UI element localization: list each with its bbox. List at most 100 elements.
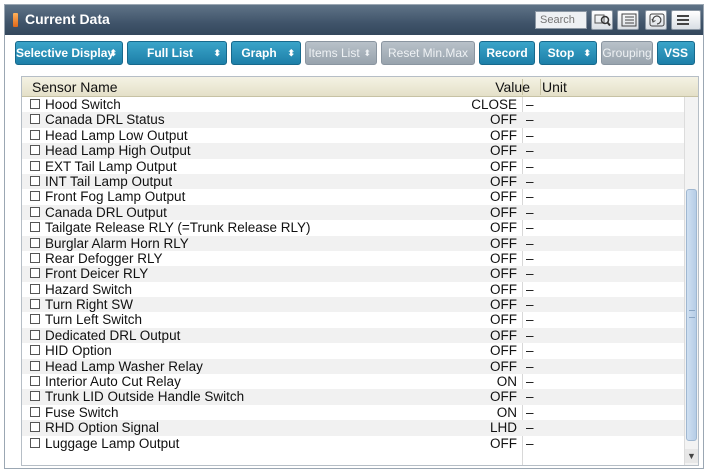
sensor-unit: – bbox=[526, 127, 534, 143]
sensor-name: Front Deicer RLY bbox=[45, 266, 149, 282]
row-checkbox[interactable] bbox=[30, 437, 40, 448]
stop-button[interactable]: Stop ⬍ bbox=[539, 41, 597, 65]
row-checkbox[interactable] bbox=[30, 237, 40, 248]
sensor-value: OFF bbox=[490, 235, 517, 251]
sensor-value: CLOSE bbox=[471, 97, 517, 112]
column-header-sensor-name[interactable]: Sensor Name bbox=[32, 79, 118, 95]
table-row[interactable]: Hood Switch CLOSE – bbox=[22, 97, 684, 112]
items-list-button[interactable]: Items List ⬍ bbox=[305, 41, 377, 65]
sensor-unit: – bbox=[526, 220, 534, 236]
row-checkbox[interactable] bbox=[30, 314, 40, 325]
grouping-button[interactable]: Grouping bbox=[601, 41, 653, 65]
retry-button[interactable] bbox=[645, 10, 667, 30]
row-checkbox[interactable] bbox=[30, 99, 40, 109]
current-data-window: Current Data Search Selective Display ⬍ … bbox=[4, 4, 704, 469]
row-checkbox[interactable] bbox=[30, 191, 40, 202]
table-header: Sensor Name Value Unit bbox=[22, 77, 698, 97]
table-row[interactable]: Turn Right SW OFF – bbox=[22, 297, 684, 313]
sensor-unit: – bbox=[526, 435, 534, 451]
menu-button[interactable] bbox=[671, 10, 701, 30]
list-icon bbox=[621, 13, 637, 27]
row-checkbox[interactable] bbox=[30, 299, 40, 310]
table-row[interactable]: RHD Option Signal LHD – bbox=[22, 420, 684, 436]
row-checkbox[interactable] bbox=[30, 391, 40, 402]
vss-button[interactable]: VSS bbox=[657, 41, 695, 65]
chevron-updown-icon: ⬍ bbox=[213, 48, 221, 58]
table-row[interactable]: Rear Defogger RLY OFF – bbox=[22, 251, 684, 266]
selective-display-button[interactable]: Selective Display ⬍ bbox=[15, 41, 123, 65]
column-header-unit[interactable]: Unit bbox=[542, 79, 567, 95]
row-checkbox[interactable] bbox=[30, 129, 40, 140]
grouping-label: Grouping bbox=[602, 46, 652, 60]
sensor-unit: – bbox=[526, 281, 534, 297]
full-list-button[interactable]: Full List ⬍ bbox=[127, 41, 227, 65]
sensor-unit: – bbox=[526, 250, 534, 266]
row-checkbox[interactable] bbox=[30, 422, 40, 433]
table-row[interactable]: Canada DRL Status OFF – bbox=[22, 112, 684, 128]
sensor-name: Interior Auto Cut Relay bbox=[45, 374, 181, 390]
row-checkbox[interactable] bbox=[30, 206, 40, 217]
full-list-label: Full List bbox=[147, 46, 193, 60]
table-row[interactable]: Hazard Switch OFF – bbox=[22, 282, 684, 297]
row-checkbox[interactable] bbox=[30, 283, 40, 294]
row-checkbox[interactable] bbox=[30, 329, 40, 340]
record-button[interactable]: Record bbox=[479, 41, 535, 65]
table-row[interactable]: Turn Left Switch OFF – bbox=[22, 312, 684, 327]
table-row[interactable]: Luggage Lamp Output OFF – bbox=[22, 436, 684, 451]
sensor-value: OFF bbox=[490, 358, 517, 374]
row-checkbox[interactable] bbox=[30, 175, 40, 186]
sensor-value: ON bbox=[496, 374, 517, 390]
sensor-name: Turn Left Switch bbox=[45, 312, 143, 328]
sensor-value: OFF bbox=[490, 312, 517, 328]
vertical-scrollbar[interactable]: ▼ bbox=[684, 97, 698, 465]
row-checkbox[interactable] bbox=[30, 160, 40, 171]
table-row[interactable]: Dedicated DRL Output OFF – bbox=[22, 327, 684, 344]
search-input[interactable] bbox=[535, 11, 587, 29]
table-row[interactable]: INT Tail Lamp Output OFF – bbox=[22, 173, 684, 190]
table-row[interactable]: Tailgate Release RLY (=Trunk Release RLY… bbox=[22, 220, 684, 235]
graph-button[interactable]: Graph ⬍ bbox=[231, 41, 301, 65]
sensor-name: INT Tail Lamp Output bbox=[45, 173, 173, 189]
row-checkbox[interactable] bbox=[30, 114, 40, 125]
table-row[interactable]: Interior Auto Cut Relay ON – bbox=[22, 374, 684, 389]
sensor-unit: – bbox=[526, 143, 534, 159]
sensor-value: OFF bbox=[490, 389, 517, 405]
sensor-value: OFF bbox=[490, 189, 517, 205]
table-row[interactable]: HID Option OFF – bbox=[22, 343, 684, 358]
row-checkbox[interactable] bbox=[30, 360, 40, 371]
column-header-value[interactable]: Value bbox=[450, 79, 530, 95]
table-row[interactable]: Front Deicer RLY OFF – bbox=[22, 266, 684, 282]
column-divider[interactable] bbox=[540, 79, 541, 95]
sensor-unit: – bbox=[526, 189, 534, 205]
sensor-name: Head Lamp High Output bbox=[45, 143, 191, 159]
table-row[interactable]: Trunk LID Outside Handle Switch OFF – bbox=[22, 389, 684, 405]
table-row[interactable]: Head Lamp Washer Relay OFF – bbox=[22, 358, 684, 375]
scroll-down-button[interactable]: ▼ bbox=[685, 449, 698, 463]
menu-icon bbox=[677, 15, 689, 25]
reset-min-max-button[interactable]: Reset Min.Max bbox=[381, 41, 475, 65]
scrollbar-thumb[interactable] bbox=[686, 189, 697, 441]
row-checkbox[interactable] bbox=[30, 268, 40, 279]
row-checkbox[interactable] bbox=[30, 145, 40, 156]
table-row[interactable]: Fuse Switch ON – bbox=[22, 405, 684, 420]
row-checkbox[interactable] bbox=[30, 222, 40, 233]
table-row[interactable]: Burglar Alarm Horn RLY OFF – bbox=[22, 235, 684, 251]
table-row[interactable]: Head Lamp High Output OFF – bbox=[22, 143, 684, 159]
sensor-value: OFF bbox=[490, 204, 517, 220]
table-row[interactable]: Front Fog Lamp Output OFF – bbox=[22, 189, 684, 204]
sensor-value: OFF bbox=[490, 343, 517, 359]
grip-icon bbox=[689, 310, 695, 318]
toolbar: Selective Display ⬍ Full List ⬍ Graph ⬍ … bbox=[15, 41, 695, 65]
title-accent-icon bbox=[13, 13, 18, 27]
sensor-value: OFF bbox=[490, 173, 517, 189]
table-row[interactable]: Canada DRL Output OFF – bbox=[22, 204, 684, 221]
table-body: Hood Switch CLOSE – Canada DRL Status OFF – He… bbox=[22, 97, 684, 451]
row-checkbox[interactable] bbox=[30, 252, 40, 263]
table-row[interactable]: EXT Tail Lamp Output OFF – bbox=[22, 159, 684, 174]
row-checkbox[interactable] bbox=[30, 345, 40, 356]
search-button[interactable] bbox=[591, 10, 613, 30]
list-view-button[interactable] bbox=[617, 10, 639, 30]
row-checkbox[interactable] bbox=[30, 376, 40, 387]
row-checkbox[interactable] bbox=[30, 406, 40, 417]
table-row[interactable]: Head Lamp Low Output OFF – bbox=[22, 128, 684, 143]
